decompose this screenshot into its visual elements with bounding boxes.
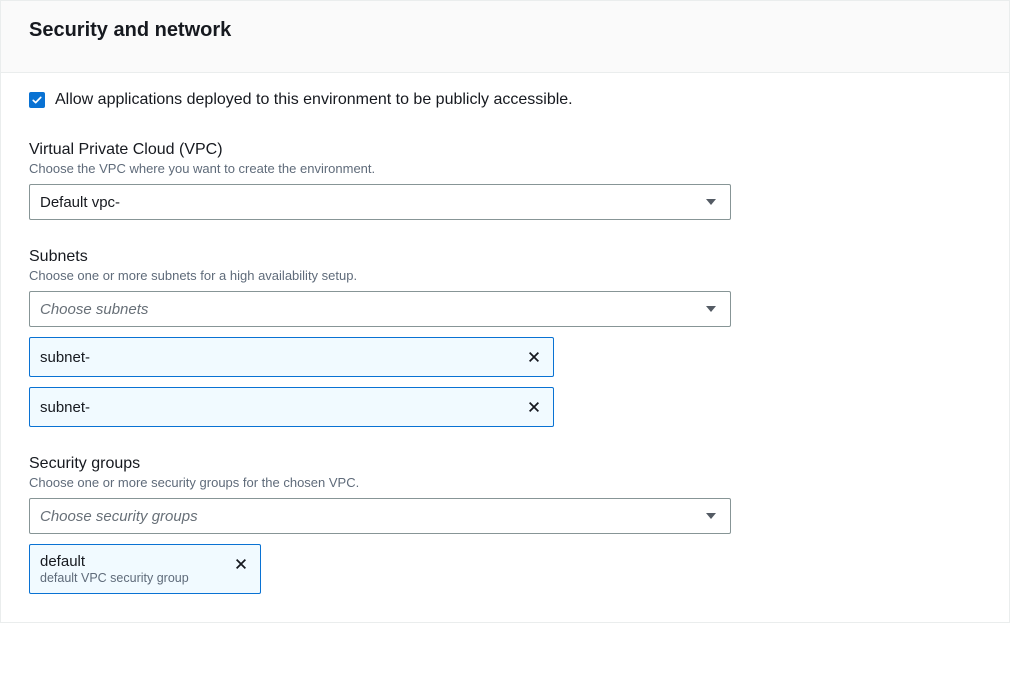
panel-title: Security and network — [29, 19, 989, 42]
subnets-placeholder: Choose subnets — [40, 301, 148, 318]
security-groups-label: Security groups — [29, 455, 981, 473]
close-icon — [527, 400, 541, 414]
vpc-help: Choose the VPC where you want to create … — [29, 161, 981, 176]
subnet-tag: subnet- — [29, 387, 554, 427]
security-group-tag-sublabel: default VPC security group — [40, 571, 189, 585]
caret-down-icon — [706, 306, 716, 312]
check-icon — [31, 94, 43, 106]
public-access-row: Allow applications deployed to this envi… — [29, 91, 981, 109]
subnets-select[interactable]: Choose subnets — [29, 291, 731, 327]
security-groups-field: Security groups Choose one or more secur… — [29, 455, 981, 594]
caret-down-icon — [706, 199, 716, 205]
security-groups-select[interactable]: Choose security groups — [29, 498, 731, 534]
subnets-help: Choose one or more subnets for a high av… — [29, 268, 981, 283]
close-icon — [527, 350, 541, 364]
security-group-tag-label: default — [40, 553, 189, 570]
subnet-tag-label: subnet- — [40, 399, 90, 416]
close-icon — [234, 557, 248, 571]
panel-body: Allow applications deployed to this envi… — [1, 73, 1009, 622]
subnets-field: Subnets Choose one or more subnets for a… — [29, 248, 981, 427]
caret-down-icon — [706, 513, 716, 519]
security-network-panel: Security and network Allow applications … — [0, 0, 1010, 623]
vpc-field: Virtual Private Cloud (VPC) Choose the V… — [29, 141, 981, 220]
vpc-select-value: Default vpc- — [40, 194, 120, 211]
security-groups-help: Choose one or more security groups for t… — [29, 475, 981, 490]
public-access-checkbox[interactable] — [29, 92, 45, 108]
security-groups-placeholder: Choose security groups — [40, 508, 198, 525]
remove-subnet-button[interactable] — [523, 396, 545, 418]
public-access-label: Allow applications deployed to this envi… — [55, 91, 573, 109]
vpc-select[interactable]: Default vpc- — [29, 184, 731, 220]
security-groups-selected-list: default default VPC security group — [29, 544, 981, 594]
subnets-label: Subnets — [29, 248, 981, 266]
remove-subnet-button[interactable] — [523, 346, 545, 368]
vpc-label: Virtual Private Cloud (VPC) — [29, 141, 981, 159]
remove-security-group-button[interactable] — [230, 553, 252, 575]
subnet-tag-label: subnet- — [40, 349, 90, 366]
subnet-tag: subnet- — [29, 337, 554, 377]
panel-header: Security and network — [1, 1, 1009, 73]
security-group-tag: default default VPC security group — [29, 544, 261, 594]
subnets-selected-list: subnet- subnet- — [29, 337, 981, 427]
